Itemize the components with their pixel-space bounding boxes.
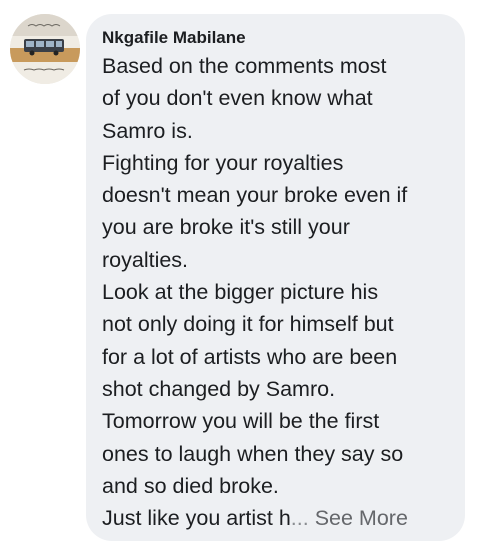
comment-line: Fighting for your royalties — [102, 150, 344, 175]
comment-line: Look at the bigger picture his — [102, 280, 379, 305]
see-more-link[interactable]: See More — [315, 506, 408, 530]
comment-line: not only doing it for himself but — [102, 312, 394, 337]
comment-body: Based on the comments most of you don't … — [102, 50, 449, 534]
comment-author-name[interactable]: Nkgafile Mabilane — [102, 28, 449, 48]
comment-line: royalties. — [102, 247, 189, 272]
comment-line: shot changed by Samro. — [102, 376, 336, 401]
comment-line: Samro is. — [102, 118, 193, 143]
profile-picture-bus-icon — [10, 14, 80, 84]
comment-line: and so died broke. — [102, 473, 279, 498]
comment-line: of you don't even know what — [102, 86, 373, 111]
comment-line: Based on the comments most — [102, 54, 387, 78]
comment-line: ones to laugh when they say so — [102, 441, 404, 466]
comment-bubble: Nkgafile Mabilane Based on the comments … — [86, 14, 465, 541]
comment-line: doesn't mean your broke even if — [102, 183, 408, 208]
comment-ellipsis: ... — [290, 506, 309, 531]
comment-line: Tomorrow you will be the first — [102, 409, 380, 434]
comment-last-line: Just like you artist h... See More — [102, 502, 449, 534]
avatar[interactable] — [10, 14, 80, 84]
comment-line: for a lot of artists who are been — [102, 344, 398, 369]
comment-truncated-text: Just like you artist h — [102, 506, 291, 531]
comment-line: you are broke it's still your — [102, 215, 350, 240]
